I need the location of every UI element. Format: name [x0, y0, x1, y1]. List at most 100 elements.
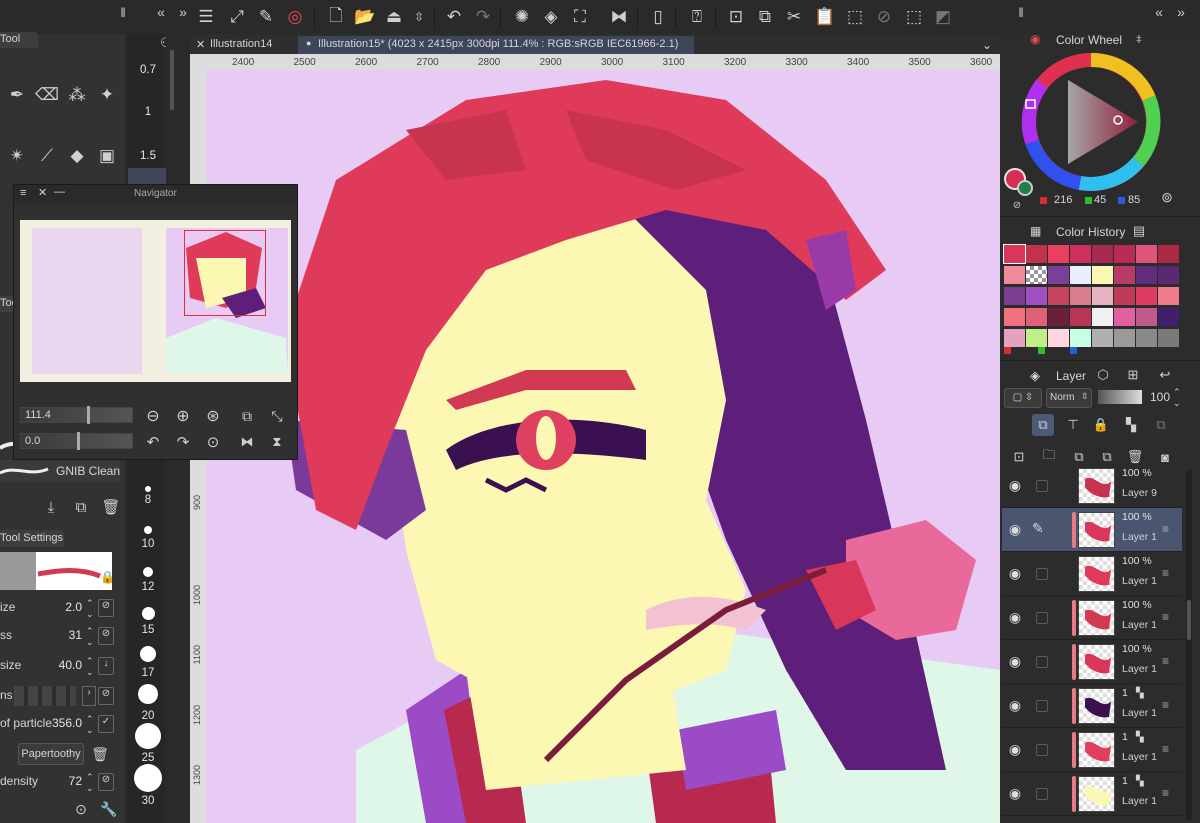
color-settings-icon[interactable]: ⊚	[1156, 186, 1178, 208]
layer-thumbnail[interactable]	[1078, 688, 1115, 724]
ruler-layer-icon[interactable]: ⊤	[1062, 414, 1084, 436]
flip-vertical-icon[interactable]: ⧗	[266, 431, 288, 453]
layer-select-checkbox[interactable]	[1036, 656, 1048, 668]
setting-row-angle[interactable]: ns › ⊘	[0, 686, 120, 708]
layer-select-checkbox[interactable]	[1036, 744, 1048, 756]
color-history-swatch[interactable]	[1136, 329, 1157, 347]
pen-icon[interactable]: ✒	[6, 84, 28, 106]
device-icon[interactable]: ▯	[647, 6, 669, 28]
brush-size-label[interactable]: 25	[130, 752, 166, 764]
bucket-icon[interactable]: ◆	[66, 145, 88, 167]
visibility-eye-icon[interactable]: ◉	[1006, 566, 1024, 580]
layer-row[interactable]: ◉ 1 ▚ Layer 1 ≡	[1002, 772, 1182, 816]
color-history-swatch[interactable]	[1114, 308, 1135, 326]
double-chevron-left-icon[interactable]: «	[150, 1, 172, 23]
layer-select-checkbox[interactable]	[1036, 612, 1048, 624]
select-layer-icon[interactable]: ⊡	[725, 6, 747, 28]
color-history-swatch[interactable]	[1070, 266, 1091, 284]
color-set-tab-icon[interactable]: ▤	[1128, 220, 1150, 242]
layer-row[interactable]: ◉ 100 % Layer 1 ≡	[1002, 640, 1182, 684]
layer-row[interactable]: ◉ 1 ▚ Layer 1 ≡	[1002, 684, 1182, 728]
color-history-swatch[interactable]	[1114, 287, 1135, 305]
layer-thumbnail[interactable]	[1078, 468, 1115, 504]
color-history-swatch[interactable]	[1114, 329, 1135, 347]
visibility-eye-icon[interactable]: ◉	[1006, 478, 1024, 492]
layer-row[interactable]: ◉ 100 % Layer 1 ≡	[1002, 552, 1182, 596]
color-history-swatch[interactable]	[1092, 329, 1113, 347]
brush-size-dot[interactable]	[144, 526, 152, 534]
color-history-swatch[interactable]	[1070, 308, 1091, 326]
layer-row[interactable]: ◉ 100 % Layer 9	[1002, 464, 1182, 508]
layer-menu-icon[interactable]: ≡	[1162, 742, 1169, 756]
double-chevron-left-icon-2[interactable]: «	[1148, 1, 1170, 23]
setting-row-hardness[interactable]: ss 31 ⌃ ⌄ ⊘	[0, 626, 120, 650]
color-history-swatch[interactable]	[1158, 266, 1179, 284]
help-icon[interactable]: ⍰	[686, 6, 708, 28]
redo-icon[interactable]: ↷	[472, 6, 494, 28]
opacity-slider[interactable]	[1098, 390, 1142, 404]
sparkle-icon[interactable]: ✦	[96, 84, 118, 106]
brush-import-icon[interactable]: ⤓	[40, 496, 62, 518]
brush-size-dot[interactable]	[138, 684, 158, 704]
visibility-eye-icon[interactable]: ◉	[1006, 698, 1024, 712]
layer-thumbnail[interactable]	[1078, 600, 1115, 636]
magic-wand-icon[interactable]: ✴	[6, 145, 28, 167]
brush-size-label[interactable]: 30	[130, 795, 166, 807]
setting-row-size[interactable]: ize 2.0 ⌃ ⌄ ⊘	[0, 598, 120, 622]
deselect-icon[interactable]: ⊘	[873, 6, 895, 28]
brush-size-label[interactable]: 1.5	[130, 150, 166, 162]
open-file-icon[interactable]: 📂	[354, 6, 376, 28]
new-file-icon[interactable]: 🗋	[325, 6, 347, 28]
color-history-swatch[interactable]	[1048, 329, 1069, 347]
color-history-swatch[interactable]	[1158, 287, 1179, 305]
layer-thumbnail[interactable]	[1078, 644, 1115, 680]
zoom-out-icon[interactable]: ⊖	[142, 405, 164, 427]
layer-tab[interactable]: ◈ Layer	[1030, 368, 1100, 384]
menu-icon[interactable]: ☰	[195, 6, 217, 28]
tab-illustration14[interactable]: ✕ Illustration14	[192, 36, 297, 54]
layer-row[interactable]: ◉ 100 % Layer 1 ≡	[1002, 596, 1182, 640]
left-scrollbar[interactable]	[170, 50, 174, 110]
layer-menu-icon[interactable]: ≡	[1162, 566, 1169, 580]
color-history-swatch[interactable]	[1158, 308, 1179, 326]
minimize-icon[interactable]: —	[54, 186, 65, 198]
reference-layer-icon[interactable]: ⧉	[1032, 414, 1054, 436]
zoom-field[interactable]: 111.4	[20, 406, 133, 424]
brush-size-label[interactable]: 17	[130, 667, 166, 679]
layer-menu-icon[interactable]: ≡	[1162, 698, 1169, 712]
color-history-swatch[interactable]	[1026, 308, 1047, 326]
navigator-preview[interactable]	[20, 220, 291, 382]
color-history-swatch[interactable]	[1004, 266, 1025, 284]
transparent-color-icon[interactable]: ⊘	[1006, 194, 1028, 216]
save-icon[interactable]: ⏏	[383, 6, 405, 28]
color-slider-tab-icon[interactable]: ⧧	[1128, 28, 1150, 50]
brush-size-label[interactable]: 20	[130, 710, 166, 722]
color-history-swatch[interactable]	[1048, 287, 1069, 305]
layer-menu-icon[interactable]: ≡	[1162, 522, 1169, 536]
color-history-swatch[interactable]	[1158, 245, 1179, 263]
selection-icon[interactable]: ⬚	[844, 6, 866, 28]
setting-row-density[interactable]: density 72 ⌃ ⌄ ⊘	[0, 772, 120, 796]
rotate-left-icon[interactable]: ↶	[142, 431, 164, 453]
navigator-viewport-rect[interactable]	[184, 230, 266, 316]
rotation-field[interactable]: 0.0	[20, 432, 133, 450]
edit-tool-icon[interactable]: ✎	[255, 6, 277, 28]
rotate-reset-icon[interactable]: ⊙	[202, 431, 224, 453]
brush-size-label[interactable]: 10	[130, 538, 166, 550]
color-history-swatch[interactable]	[1158, 329, 1179, 347]
brush-size-dot[interactable]	[143, 567, 153, 577]
texture-button[interactable]: Papertoothy	[18, 743, 84, 765]
close-icon[interactable]: ✕	[38, 186, 47, 199]
visibility-eye-icon[interactable]: ◉	[1006, 522, 1024, 536]
brush-size-dot[interactable]	[135, 723, 161, 749]
brush-size-dot[interactable]	[140, 646, 156, 662]
layer-search-tab-icon[interactable]: ⊞	[1122, 364, 1144, 386]
clip-layer-icon[interactable]: ⧉	[1150, 414, 1172, 436]
fill-selection-icon[interactable]: ◩	[932, 6, 954, 28]
brush-size-dot[interactable]	[141, 606, 155, 620]
zoom-reset-icon[interactable]: ⊛	[202, 405, 224, 427]
color-history-swatch[interactable]	[1026, 329, 1047, 347]
color-history-swatch[interactable]	[1114, 245, 1135, 263]
color-history-swatch[interactable]	[1048, 245, 1069, 263]
paste-icon[interactable]: 📋	[814, 6, 836, 28]
